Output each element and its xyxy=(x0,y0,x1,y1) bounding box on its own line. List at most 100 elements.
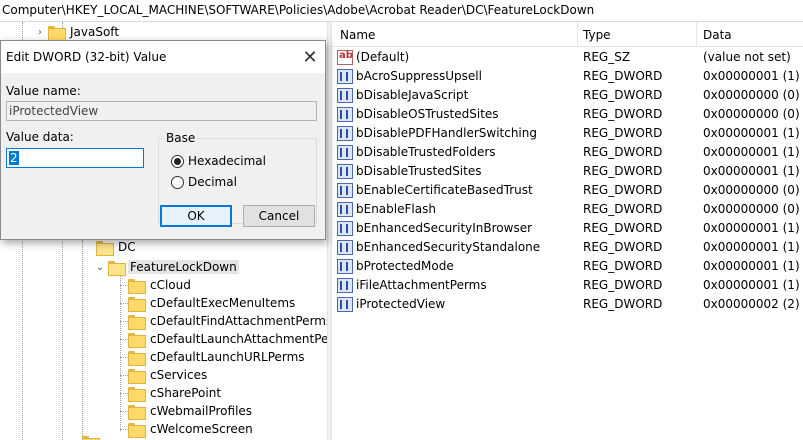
folder-icon xyxy=(128,422,146,438)
tree-toggle[interactable] xyxy=(82,238,94,256)
tree-item-javasoft[interactable]: › JavaSoft xyxy=(34,23,121,41)
registry-value-row[interactable]: bDisableJavaScript REG_DWORD 0x00000000 (0… xyxy=(332,86,803,105)
folder-icon xyxy=(128,314,146,330)
tree-guide-line xyxy=(120,411,128,412)
dword-value-icon xyxy=(337,278,353,293)
value-data-cell: 0x00000000 (0) xyxy=(703,202,800,216)
value-data-cell: 0x00000001 (1) xyxy=(703,278,800,292)
dialog-titlebar[interactable]: Edit DWORD (32-bit) Value ✕ xyxy=(1,41,325,73)
tree-item-label: cDefaultLaunchAttachmentPer xyxy=(150,332,327,346)
chevron-down-icon[interactable]: ⌄ xyxy=(94,258,106,276)
tree-item-label: JavaSoft xyxy=(70,25,120,39)
dword-value-icon xyxy=(337,69,353,84)
value-data-cell: 0x00000001 (1) xyxy=(703,259,800,273)
tree-guide-line xyxy=(120,429,128,430)
tree-item-label: cSharePoint xyxy=(150,386,222,400)
registry-value-row[interactable]: bDisableTrustedFolders REG_DWORD 0x0000000… xyxy=(332,143,803,162)
value-type-cell: REG_DWORD xyxy=(583,145,663,159)
tree-item-csharepoint[interactable]: cSharePoint xyxy=(128,384,223,402)
registry-value-row[interactable]: bEnableFlash REG_DWORD 0x00000000 (0) xyxy=(332,200,803,219)
registry-value-row[interactable]: bDisableOSTrustedSites REG_DWORD 0x0000000… xyxy=(332,105,803,124)
dword-value-icon xyxy=(337,259,353,274)
close-icon[interactable]: ✕ xyxy=(295,41,325,73)
cancel-button[interactable]: Cancel xyxy=(243,205,315,227)
address-bar[interactable]: Computer\HKEY_LOCAL_MACHINE\SOFTWARE\Pol… xyxy=(0,0,803,22)
folder-icon xyxy=(128,296,146,312)
registry-value-row[interactable]: bEnableCertificateBasedTrust REG_DWORD 0x0… xyxy=(332,181,803,200)
radio-unselected-icon[interactable] xyxy=(171,175,184,189)
registry-value-row[interactable]: bEnhancedSecurityStandalone REG_DWORD 0x00… xyxy=(332,238,803,257)
value-type-cell: REG_DWORD xyxy=(583,69,663,83)
value-type-cell: REG_DWORD xyxy=(583,259,663,273)
column-divider[interactable] xyxy=(696,22,697,46)
tree-guide-line xyxy=(120,357,128,358)
folder-icon xyxy=(128,278,146,294)
values-list[interactable]: Name Type Data ab (Default) REG_SZ (value n… xyxy=(332,22,803,440)
registry-value-row[interactable]: iProtectedView REG_DWORD 0x00000002 (2) xyxy=(332,295,803,314)
registry-value-row[interactable]: ab (Default) REG_SZ (value not set) xyxy=(332,48,803,67)
dword-value-icon xyxy=(337,107,353,122)
value-type-cell: REG_DWORD xyxy=(583,221,663,235)
value-data-cell: 0x00000000 (0) xyxy=(703,88,800,102)
value-name-cell: iProtectedView xyxy=(356,297,446,311)
registry-value-row[interactable]: bDisablePDFHandlerSwitching REG_DWORD 0x00… xyxy=(332,124,803,143)
value-type-cell: REG_DWORD xyxy=(583,183,663,197)
tree-item-label: cWebmailProfiles xyxy=(150,404,253,418)
value-data-text: 2 xyxy=(9,151,19,165)
value-data-cell: 0x00000001 (1) xyxy=(703,240,800,254)
tree-item-cdefaultlaunchurlperms[interactable]: cDefaultLaunchURLPerms xyxy=(128,348,307,366)
column-header: Name Type Data xyxy=(332,22,803,47)
registry-value-row[interactable]: bProtectedMode REG_DWORD 0x00000001 (1) xyxy=(332,257,803,276)
ok-button[interactable]: OK xyxy=(160,205,232,227)
folder-icon xyxy=(128,368,146,384)
folder-icon xyxy=(82,436,100,440)
value-name-cell: bAcroSuppressUpsell xyxy=(356,69,482,83)
tree-item-cdefaultfindattachmentperms[interactable]: cDefaultFindAttachmentPerms xyxy=(128,312,327,330)
column-divider[interactable] xyxy=(577,22,578,46)
tree-item-featurelockdown[interactable]: ⌄ FeatureLockDown xyxy=(94,258,239,276)
registry-value-row[interactable]: bDisableTrustedSites REG_DWORD 0x00000001 … xyxy=(332,162,803,181)
dialog-title: Edit DWORD (32-bit) Value xyxy=(6,50,167,64)
value-data-label: Value data: xyxy=(6,130,74,144)
dialog-body: Value name: iProtectedView Value data: 2… xyxy=(1,73,325,239)
tree-item-label: cDefaultExecMenuItems xyxy=(150,296,296,310)
value-name-cell: bDisablePDFHandlerSwitching xyxy=(356,126,537,140)
registry-value-row[interactable]: bAcroSuppressUpsell REG_DWORD 0x00000001 (… xyxy=(332,67,803,86)
tree-guide-line xyxy=(82,240,83,440)
value-data-cell: 0x00000000 (0) xyxy=(703,107,800,121)
edit-dword-dialog[interactable]: Edit DWORD (32-bit) Value ✕ Value name: … xyxy=(0,40,326,240)
radio-selected-icon[interactable] xyxy=(171,154,184,168)
value-data-cell: (value not set) xyxy=(703,50,791,64)
value-name-cell: bDisableTrustedFolders xyxy=(356,145,496,159)
base-label: Base xyxy=(164,131,198,145)
radio-label: Hexadecimal xyxy=(188,154,266,168)
radio-hexadecimal[interactable]: Hexadecimal xyxy=(171,153,266,169)
tree-item-cdefaultlaunchattachmentperms[interactable]: cDefaultLaunchAttachmentPer xyxy=(128,330,327,348)
registry-value-row[interactable]: iFileAttachmentPerms REG_DWORD 0x00000001 … xyxy=(332,276,803,295)
tree-item-cdefaultexecmenuitems[interactable]: cDefaultExecMenuItems xyxy=(128,294,297,312)
tree-item-label: cDefaultLaunchURLPerms xyxy=(150,350,305,364)
column-header-type[interactable]: Type xyxy=(583,28,611,42)
dword-value-icon xyxy=(337,202,353,217)
tree-item-label: cDefaultFindAttachmentPerms xyxy=(150,314,327,328)
value-type-cell: REG_DWORD xyxy=(583,107,663,121)
column-header-name[interactable]: Name xyxy=(340,28,375,42)
tree-item-cwelcomescreen[interactable]: cWelcomeScreen xyxy=(128,420,255,438)
registry-value-row[interactable]: bEnhancedSecurityInBrowser REG_DWORD 0x000… xyxy=(332,219,803,238)
radio-decimal[interactable]: Decimal xyxy=(171,174,237,190)
dword-value-icon xyxy=(337,297,353,312)
tree-guide-line xyxy=(120,303,128,304)
value-name-cell: iFileAttachmentPerms xyxy=(356,278,487,292)
chevron-right-icon[interactable]: › xyxy=(34,23,46,41)
value-data-input[interactable]: 2 xyxy=(6,148,144,168)
column-header-data[interactable]: Data xyxy=(703,28,732,42)
tree-item-cwebmailprofiles[interactable]: cWebmailProfiles xyxy=(128,402,254,420)
value-name-cell: bEnableFlash xyxy=(356,202,436,216)
value-data-cell: 0x00000001 (1) xyxy=(703,145,800,159)
value-name-cell: bEnhancedSecurityStandalone xyxy=(356,240,541,254)
tree-item-dc[interactable]: DC xyxy=(82,238,138,256)
tree-item-ccloud[interactable]: cCloud xyxy=(128,276,193,294)
value-data-cell: 0x00000001 (1) xyxy=(703,126,800,140)
folder-icon xyxy=(128,404,146,420)
tree-item-cservices[interactable]: cServices xyxy=(128,366,209,384)
